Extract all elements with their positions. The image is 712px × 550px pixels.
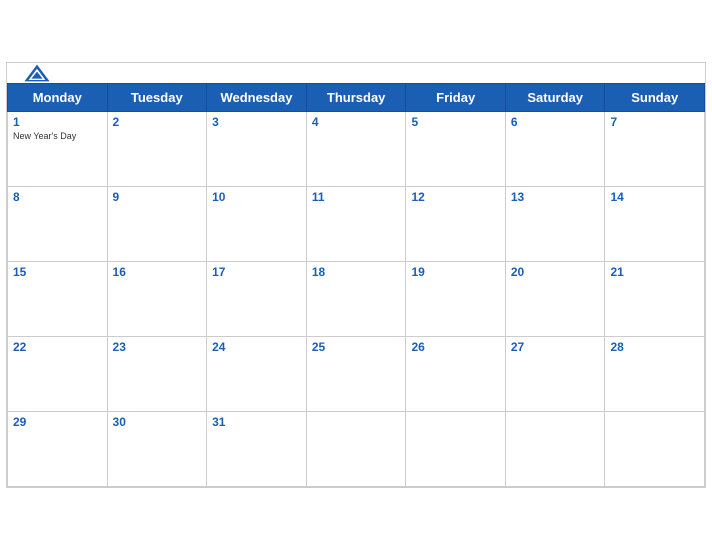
day-number: 31 <box>212 415 301 429</box>
day-number: 27 <box>511 340 600 354</box>
calendar-cell: 30 <box>107 412 207 487</box>
logo-icon <box>23 63 51 83</box>
week-row-1: 1 New Year's Day 234567 <box>8 112 705 187</box>
calendar-cell: 27 <box>505 337 605 412</box>
calendar-cell: 18 <box>306 262 406 337</box>
day-number: 3 <box>212 115 301 129</box>
calendar-cell: 11 <box>306 187 406 262</box>
day-number: 14 <box>610 190 699 204</box>
calendar-cell: 7 <box>605 112 705 187</box>
calendar-cell: 31 <box>207 412 307 487</box>
calendar-cell: 25 <box>306 337 406 412</box>
day-number: 25 <box>312 340 401 354</box>
calendar-cell: 10 <box>207 187 307 262</box>
calendar-cell: 29 <box>8 412 108 487</box>
weekday-header-tuesday: Tuesday <box>107 84 207 112</box>
day-number: 11 <box>312 190 401 204</box>
weekday-header-friday: Friday <box>406 84 505 112</box>
calendar-cell <box>406 412 505 487</box>
calendar-cell: 26 <box>406 337 505 412</box>
day-number: 24 <box>212 340 301 354</box>
calendar-cell <box>605 412 705 487</box>
calendar-cell: 20 <box>505 262 605 337</box>
logo <box>23 63 51 83</box>
calendar-cell: 28 <box>605 337 705 412</box>
weekday-header-saturday: Saturday <box>505 84 605 112</box>
day-number: 7 <box>610 115 699 129</box>
calendar-cell: 2 <box>107 112 207 187</box>
calendar-cell: 23 <box>107 337 207 412</box>
day-number: 29 <box>13 415 102 429</box>
calendar-cell: 9 <box>107 187 207 262</box>
day-number: 15 <box>13 265 102 279</box>
day-number: 18 <box>312 265 401 279</box>
calendar-cell: 16 <box>107 262 207 337</box>
calendar-cell <box>306 412 406 487</box>
day-number: 20 <box>511 265 600 279</box>
calendar-cell <box>505 412 605 487</box>
day-number: 28 <box>610 340 699 354</box>
week-row-5: 29 30 31 <box>8 412 705 487</box>
calendar-cell: 6 <box>505 112 605 187</box>
calendar-cell: 22 <box>8 337 108 412</box>
calendar-cell: 13 <box>505 187 605 262</box>
day-number: 12 <box>411 190 499 204</box>
holiday-label: New Year's Day <box>13 131 102 141</box>
weekday-header-monday: Monday <box>8 84 108 112</box>
day-number: 4 <box>312 115 401 129</box>
calendar-cell: 3 <box>207 112 307 187</box>
calendar-cell: 5 <box>406 112 505 187</box>
day-number: 2 <box>113 115 202 129</box>
weekday-header-thursday: Thursday <box>306 84 406 112</box>
calendar-cell: 17 <box>207 262 307 337</box>
day-number: 26 <box>411 340 499 354</box>
day-number: 30 <box>113 415 202 429</box>
day-number: 23 <box>113 340 202 354</box>
calendar-cell: 8 <box>8 187 108 262</box>
day-number: 21 <box>610 265 699 279</box>
calendar: MondayTuesdayWednesdayThursdayFridaySatu… <box>6 62 706 488</box>
day-number: 8 <box>13 190 102 204</box>
day-number: 22 <box>13 340 102 354</box>
calendar-cell: 19 <box>406 262 505 337</box>
calendar-cell: 24 <box>207 337 307 412</box>
weekday-header-sunday: Sunday <box>605 84 705 112</box>
week-row-2: 89 10 11 12 13 14 <box>8 187 705 262</box>
week-row-4: 22 23 24 25 26 27 28 <box>8 337 705 412</box>
calendar-cell: 4 <box>306 112 406 187</box>
day-number: 19 <box>411 265 499 279</box>
weekday-header-row: MondayTuesdayWednesdayThursdayFridaySatu… <box>8 84 705 112</box>
calendar-cell: 21 <box>605 262 705 337</box>
calendar-cell: 1 New Year's Day <box>8 112 108 187</box>
calendar-cell: 12 <box>406 187 505 262</box>
day-number: 6 <box>511 115 600 129</box>
day-number: 9 <box>113 190 202 204</box>
day-number: 10 <box>212 190 301 204</box>
calendar-cell: 15 <box>8 262 108 337</box>
day-number: 5 <box>411 115 499 129</box>
day-number: 13 <box>511 190 600 204</box>
calendar-table: MondayTuesdayWednesdayThursdayFridaySatu… <box>7 83 705 487</box>
week-row-3: 15 16 17 18 19 20 21 <box>8 262 705 337</box>
calendar-header <box>7 63 705 83</box>
day-number: 16 <box>113 265 202 279</box>
day-number: 17 <box>212 265 301 279</box>
calendar-cell: 14 <box>605 187 705 262</box>
day-number: 1 <box>13 115 102 129</box>
weekday-header-wednesday: Wednesday <box>207 84 307 112</box>
